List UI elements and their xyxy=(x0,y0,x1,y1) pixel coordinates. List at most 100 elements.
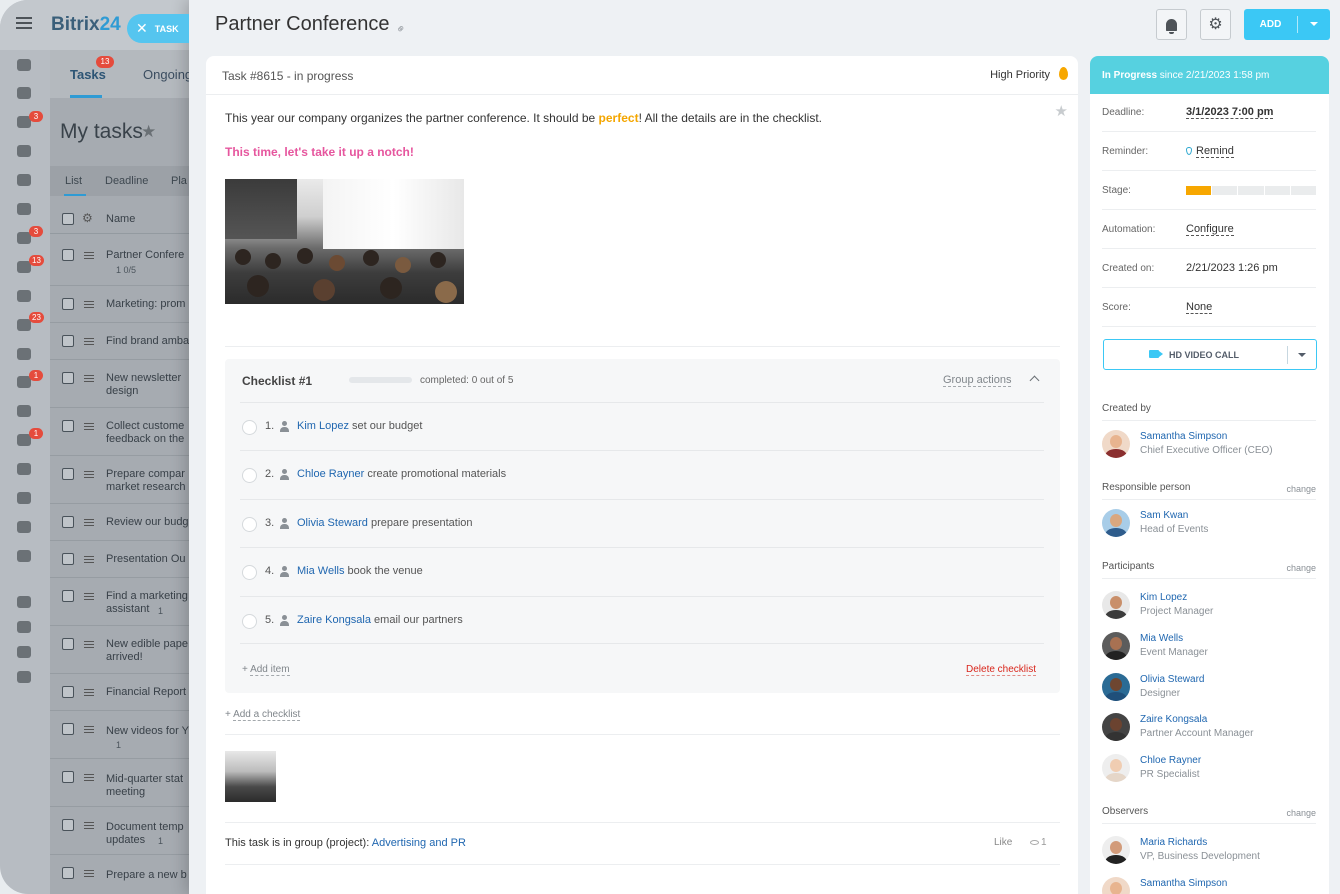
settings-button[interactable]: ⚙ xyxy=(1200,9,1231,40)
row-checkbox[interactable] xyxy=(62,335,74,347)
hd-video-call-button[interactable]: HD VIDEO CALL xyxy=(1103,339,1317,370)
view-planner[interactable]: Pla xyxy=(171,175,187,187)
add-item-button[interactable]: + Add item xyxy=(242,664,290,676)
row-title[interactable]: Partner Confere xyxy=(106,249,200,262)
view-list[interactable]: List xyxy=(65,175,82,187)
checklist-item-text[interactable]: Olivia Steward prepare presentation xyxy=(297,517,473,529)
person-name[interactable]: Kim Lopez xyxy=(1140,592,1187,603)
gear-icon[interactable]: ⚙ xyxy=(82,211,93,225)
reminder-button[interactable]: Remind xyxy=(1186,145,1234,158)
table-row[interactable]: Mid-quarter stat meeting xyxy=(50,759,200,807)
row-checkbox[interactable] xyxy=(62,723,74,735)
person-card[interactable]: Kim Lopez Project Manager xyxy=(1102,591,1316,625)
row-checkbox[interactable] xyxy=(62,298,74,310)
person-name[interactable]: Samantha Simpson xyxy=(1140,431,1227,442)
row-menu-icon[interactable] xyxy=(84,519,94,526)
row-title[interactable]: Document temp updates xyxy=(106,821,200,847)
change-link[interactable]: change xyxy=(1286,484,1316,494)
document-icon[interactable] xyxy=(17,174,31,186)
row-title[interactable]: Find a marketing assistant xyxy=(106,590,200,616)
row-title[interactable]: New videos for Y xyxy=(106,725,200,738)
person-name[interactable]: Mia Wells xyxy=(1140,633,1183,644)
row-menu-icon[interactable] xyxy=(84,556,94,563)
row-checkbox[interactable] xyxy=(62,590,74,602)
row-menu-icon[interactable] xyxy=(84,641,94,648)
like-button[interactable]: Like xyxy=(994,837,1012,848)
checklist-item-person[interactable]: Mia Wells xyxy=(297,565,344,577)
add-checklist-button[interactable]: + Add a checklist xyxy=(225,709,301,721)
row-title[interactable]: Presentation Ou xyxy=(106,553,200,566)
table-row[interactable]: Review our budg xyxy=(50,504,200,541)
row-checkbox[interactable] xyxy=(62,771,74,783)
person-name[interactable]: Samantha Simpson xyxy=(1140,878,1227,889)
table-row[interactable]: Financial Report xyxy=(50,674,200,711)
row-checkbox[interactable] xyxy=(62,420,74,432)
checklist-item-checkbox[interactable] xyxy=(242,420,257,435)
row-title[interactable]: Marketing: prom xyxy=(106,298,200,311)
delete-checklist-button[interactable]: Delete checklist xyxy=(966,664,1037,676)
project-link[interactable]: Advertising and PR xyxy=(372,837,466,849)
row-title[interactable]: Prepare a new b xyxy=(106,869,200,882)
checklist-item-text[interactable]: Mia Wells book the venue xyxy=(297,565,423,577)
row-menu-icon[interactable] xyxy=(84,423,94,430)
row-menu-icon[interactable] xyxy=(84,774,94,781)
checklist-item-text[interactable]: Kim Lopez set our budget xyxy=(297,420,422,432)
row-title[interactable]: Financial Report xyxy=(106,686,200,699)
row-title[interactable]: Review our budg xyxy=(106,516,200,529)
checklist-item-checkbox[interactable] xyxy=(242,565,257,580)
checklist-item-person[interactable]: Kim Lopez xyxy=(297,420,349,432)
checklist-item-checkbox[interactable] xyxy=(242,517,257,532)
view-deadline[interactable]: Deadline xyxy=(105,175,148,187)
person-name[interactable]: Zaire Kongsala xyxy=(1140,714,1207,725)
notification-button[interactable] xyxy=(1156,9,1187,40)
cart-icon[interactable] xyxy=(17,492,31,504)
checklist-item-checkbox[interactable] xyxy=(242,468,257,483)
table-row[interactable]: Find brand amba xyxy=(50,323,200,360)
star-icon[interactable]: ★ xyxy=(141,122,156,142)
settings-sliders-icon[interactable] xyxy=(17,463,31,475)
person-name[interactable]: Chloe Rayner xyxy=(1140,755,1201,766)
row-checkbox[interactable] xyxy=(62,249,74,261)
change-link[interactable]: change xyxy=(1286,808,1316,818)
users-icon[interactable] xyxy=(17,203,31,215)
add-button[interactable]: ADD xyxy=(1244,9,1330,40)
table-row[interactable]: New videos for Y 1 xyxy=(50,711,200,759)
configure-link[interactable]: Configure xyxy=(1186,223,1234,236)
help-icon[interactable] xyxy=(17,596,31,608)
row-checkbox[interactable] xyxy=(62,372,74,384)
sitemap-icon[interactable] xyxy=(17,621,31,633)
tab-tasks[interactable]: Tasks xyxy=(70,67,106,82)
tab-ongoing[interactable]: Ongoing xyxy=(143,67,192,82)
change-link[interactable]: change xyxy=(1286,563,1316,573)
person-name[interactable]: Sam Kwan xyxy=(1140,510,1188,521)
person-card[interactable]: Mia Wells Event Manager xyxy=(1102,632,1316,666)
attachment-thumbnail[interactable] xyxy=(225,751,276,802)
row-menu-icon[interactable] xyxy=(84,870,94,877)
table-row[interactable]: Prepare compar market research xyxy=(50,456,200,504)
row-title[interactable]: Mid-quarter stat meeting xyxy=(106,773,200,799)
row-title[interactable]: New newsletter design xyxy=(106,372,200,398)
rail-item-icon[interactable] xyxy=(17,59,31,71)
row-checkbox[interactable] xyxy=(62,468,74,480)
checklist-item-person[interactable]: Chloe Rayner xyxy=(297,468,364,480)
row-menu-icon[interactable] xyxy=(84,593,94,600)
stage-segment[interactable] xyxy=(1212,186,1238,195)
checklist-item-person[interactable]: Zaire Kongsala xyxy=(297,614,371,626)
table-row[interactable]: New newsletter design xyxy=(50,360,200,408)
person-card[interactable]: Olivia Steward Designer xyxy=(1102,673,1316,707)
checklist-item-text[interactable]: Zaire Kongsala email our partners xyxy=(297,614,463,626)
table-row[interactable]: Presentation Ou xyxy=(50,541,200,578)
table-row[interactable]: Prepare a new b xyxy=(50,855,200,894)
target-icon[interactable] xyxy=(17,348,31,360)
table-row[interactable]: Document temp updates 1 xyxy=(50,807,200,855)
chevron-up-icon[interactable] xyxy=(1029,375,1040,386)
row-menu-icon[interactable] xyxy=(84,471,94,478)
person-card[interactable]: Samantha Simpson xyxy=(1102,877,1316,894)
chevron-down-icon[interactable] xyxy=(1310,22,1318,26)
deadline-value[interactable]: 3/1/2023 7:00 pm xyxy=(1186,106,1274,119)
row-menu-icon[interactable] xyxy=(84,252,94,259)
row-menu-icon[interactable] xyxy=(84,689,94,696)
row-checkbox[interactable] xyxy=(62,516,74,528)
row-menu-icon[interactable] xyxy=(84,338,94,345)
row-title[interactable]: Collect custome feedback on the xyxy=(106,420,200,446)
